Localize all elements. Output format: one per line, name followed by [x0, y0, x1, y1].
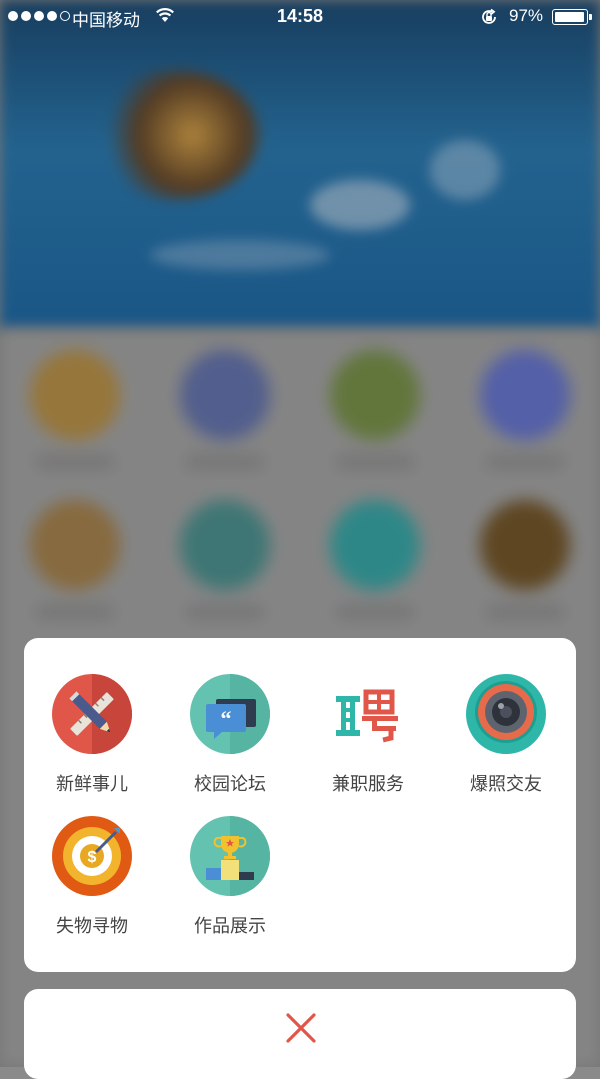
- svg-text:$: $: [88, 849, 97, 866]
- close-icon: [286, 1013, 316, 1043]
- recruit-pin-icon: [336, 689, 398, 743]
- rotation-lock-icon: [479, 7, 499, 32]
- battery-percent: 97%: [509, 6, 544, 25]
- menu-item-label: 失物寻物: [56, 916, 128, 937]
- status-bar: 中国移动 14:58 97%: [0, 0, 600, 34]
- battery-icon: [552, 9, 592, 25]
- camera-lens-icon: [466, 674, 546, 754]
- menu-item-label: 新鲜事儿: [56, 774, 128, 795]
- svg-text:“: “: [221, 706, 232, 731]
- menu-item-label: 校园论坛: [194, 774, 266, 795]
- menu-item-label: 爆照交友: [470, 774, 542, 795]
- quote-chat-icon: “: [190, 674, 270, 754]
- menu-item-label: 作品展示: [194, 916, 266, 937]
- pencil-ruler-icon: [52, 674, 132, 754]
- menu-item-label: 兼职服务: [332, 774, 404, 795]
- target-dart-coin-icon: $: [52, 816, 132, 896]
- trophy-podium-icon: [190, 816, 270, 896]
- feature-menu-sheet: 新鲜事儿 “ 校园论坛 兼职服务 爆照交友 $ 失物寻物 作品展示: [24, 638, 576, 972]
- cancel-button[interactable]: [24, 989, 576, 1079]
